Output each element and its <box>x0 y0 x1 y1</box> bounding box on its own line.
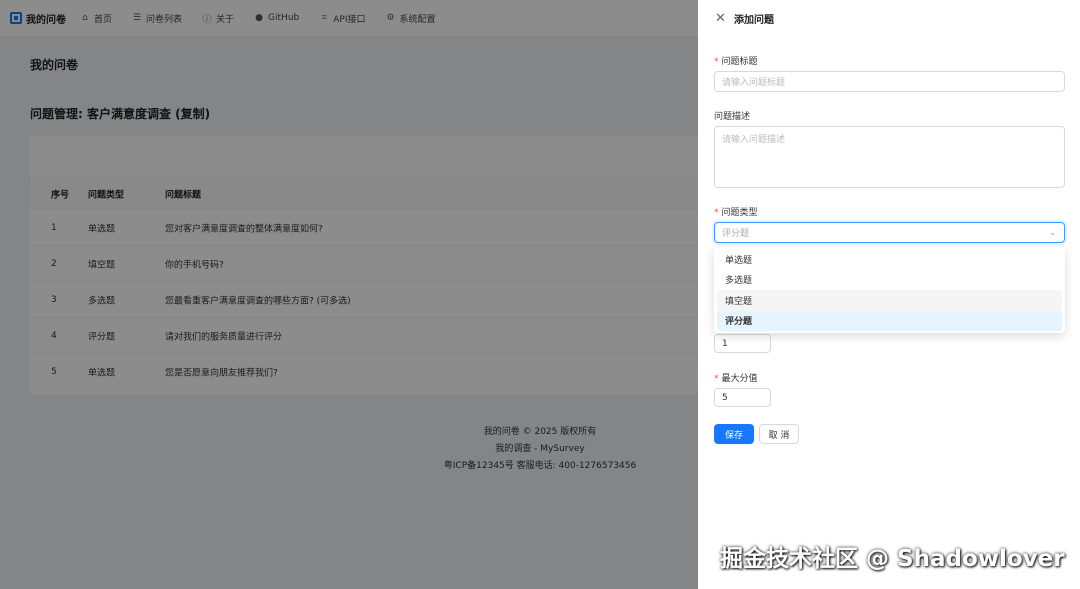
label-text: 问题标题 <box>721 57 758 67</box>
question-type-label: * 问题类型 <box>714 205 758 218</box>
question-desc-textarea[interactable]: 请输入问题描述 <box>714 126 1065 188</box>
question-type-select[interactable]: 评分题 ⌄ <box>714 222 1065 243</box>
min-value-input[interactable]: 1 <box>714 334 771 353</box>
chevron-down-icon: ⌄ <box>1049 228 1056 237</box>
max-value-label: * 最大分值 <box>714 371 758 384</box>
select-value: 评分题 <box>722 229 750 239</box>
required-mark: * <box>714 208 719 218</box>
label-text: 问题类型 <box>721 208 758 218</box>
question-desc-label: 问题描述 <box>714 112 751 122</box>
option-rating[interactable]: 评分题 <box>717 310 1062 331</box>
close-icon[interactable]: ✕ <box>715 12 727 25</box>
option-fill-blank[interactable]: 填空题 <box>717 290 1062 311</box>
question-title-label: * 问题标题 <box>714 54 758 67</box>
question-title-input[interactable]: 请输入问题标题 <box>714 71 1065 92</box>
save-button[interactable]: 保存 <box>714 424 754 444</box>
add-question-drawer: ✕ 添加问题 * 问题标题 请输入问题标题 问题描述 请输入问题描述 * 问题类型 … <box>698 0 1080 589</box>
option-multi-choice[interactable]: 多选题 <box>717 270 1062 291</box>
option-single-choice[interactable]: 单选题 <box>717 249 1062 270</box>
drawer-mask[interactable] <box>0 0 698 589</box>
cancel-button[interactable]: 取 消 <box>759 424 799 444</box>
required-mark: * <box>714 374 719 384</box>
max-value-input[interactable]: 5 <box>714 388 771 407</box>
required-mark: * <box>714 57 719 67</box>
question-type-dropdown: 单选题 多选题 填空题 评分题 <box>714 247 1065 333</box>
label-text: 最大分值 <box>721 374 758 384</box>
drawer-header: ✕ 添加问题 <box>698 0 1080 36</box>
drawer-title: 添加问题 <box>734 14 774 26</box>
credit-watermark: 掘金技术社区 @ Shadowlover <box>720 546 1065 572</box>
